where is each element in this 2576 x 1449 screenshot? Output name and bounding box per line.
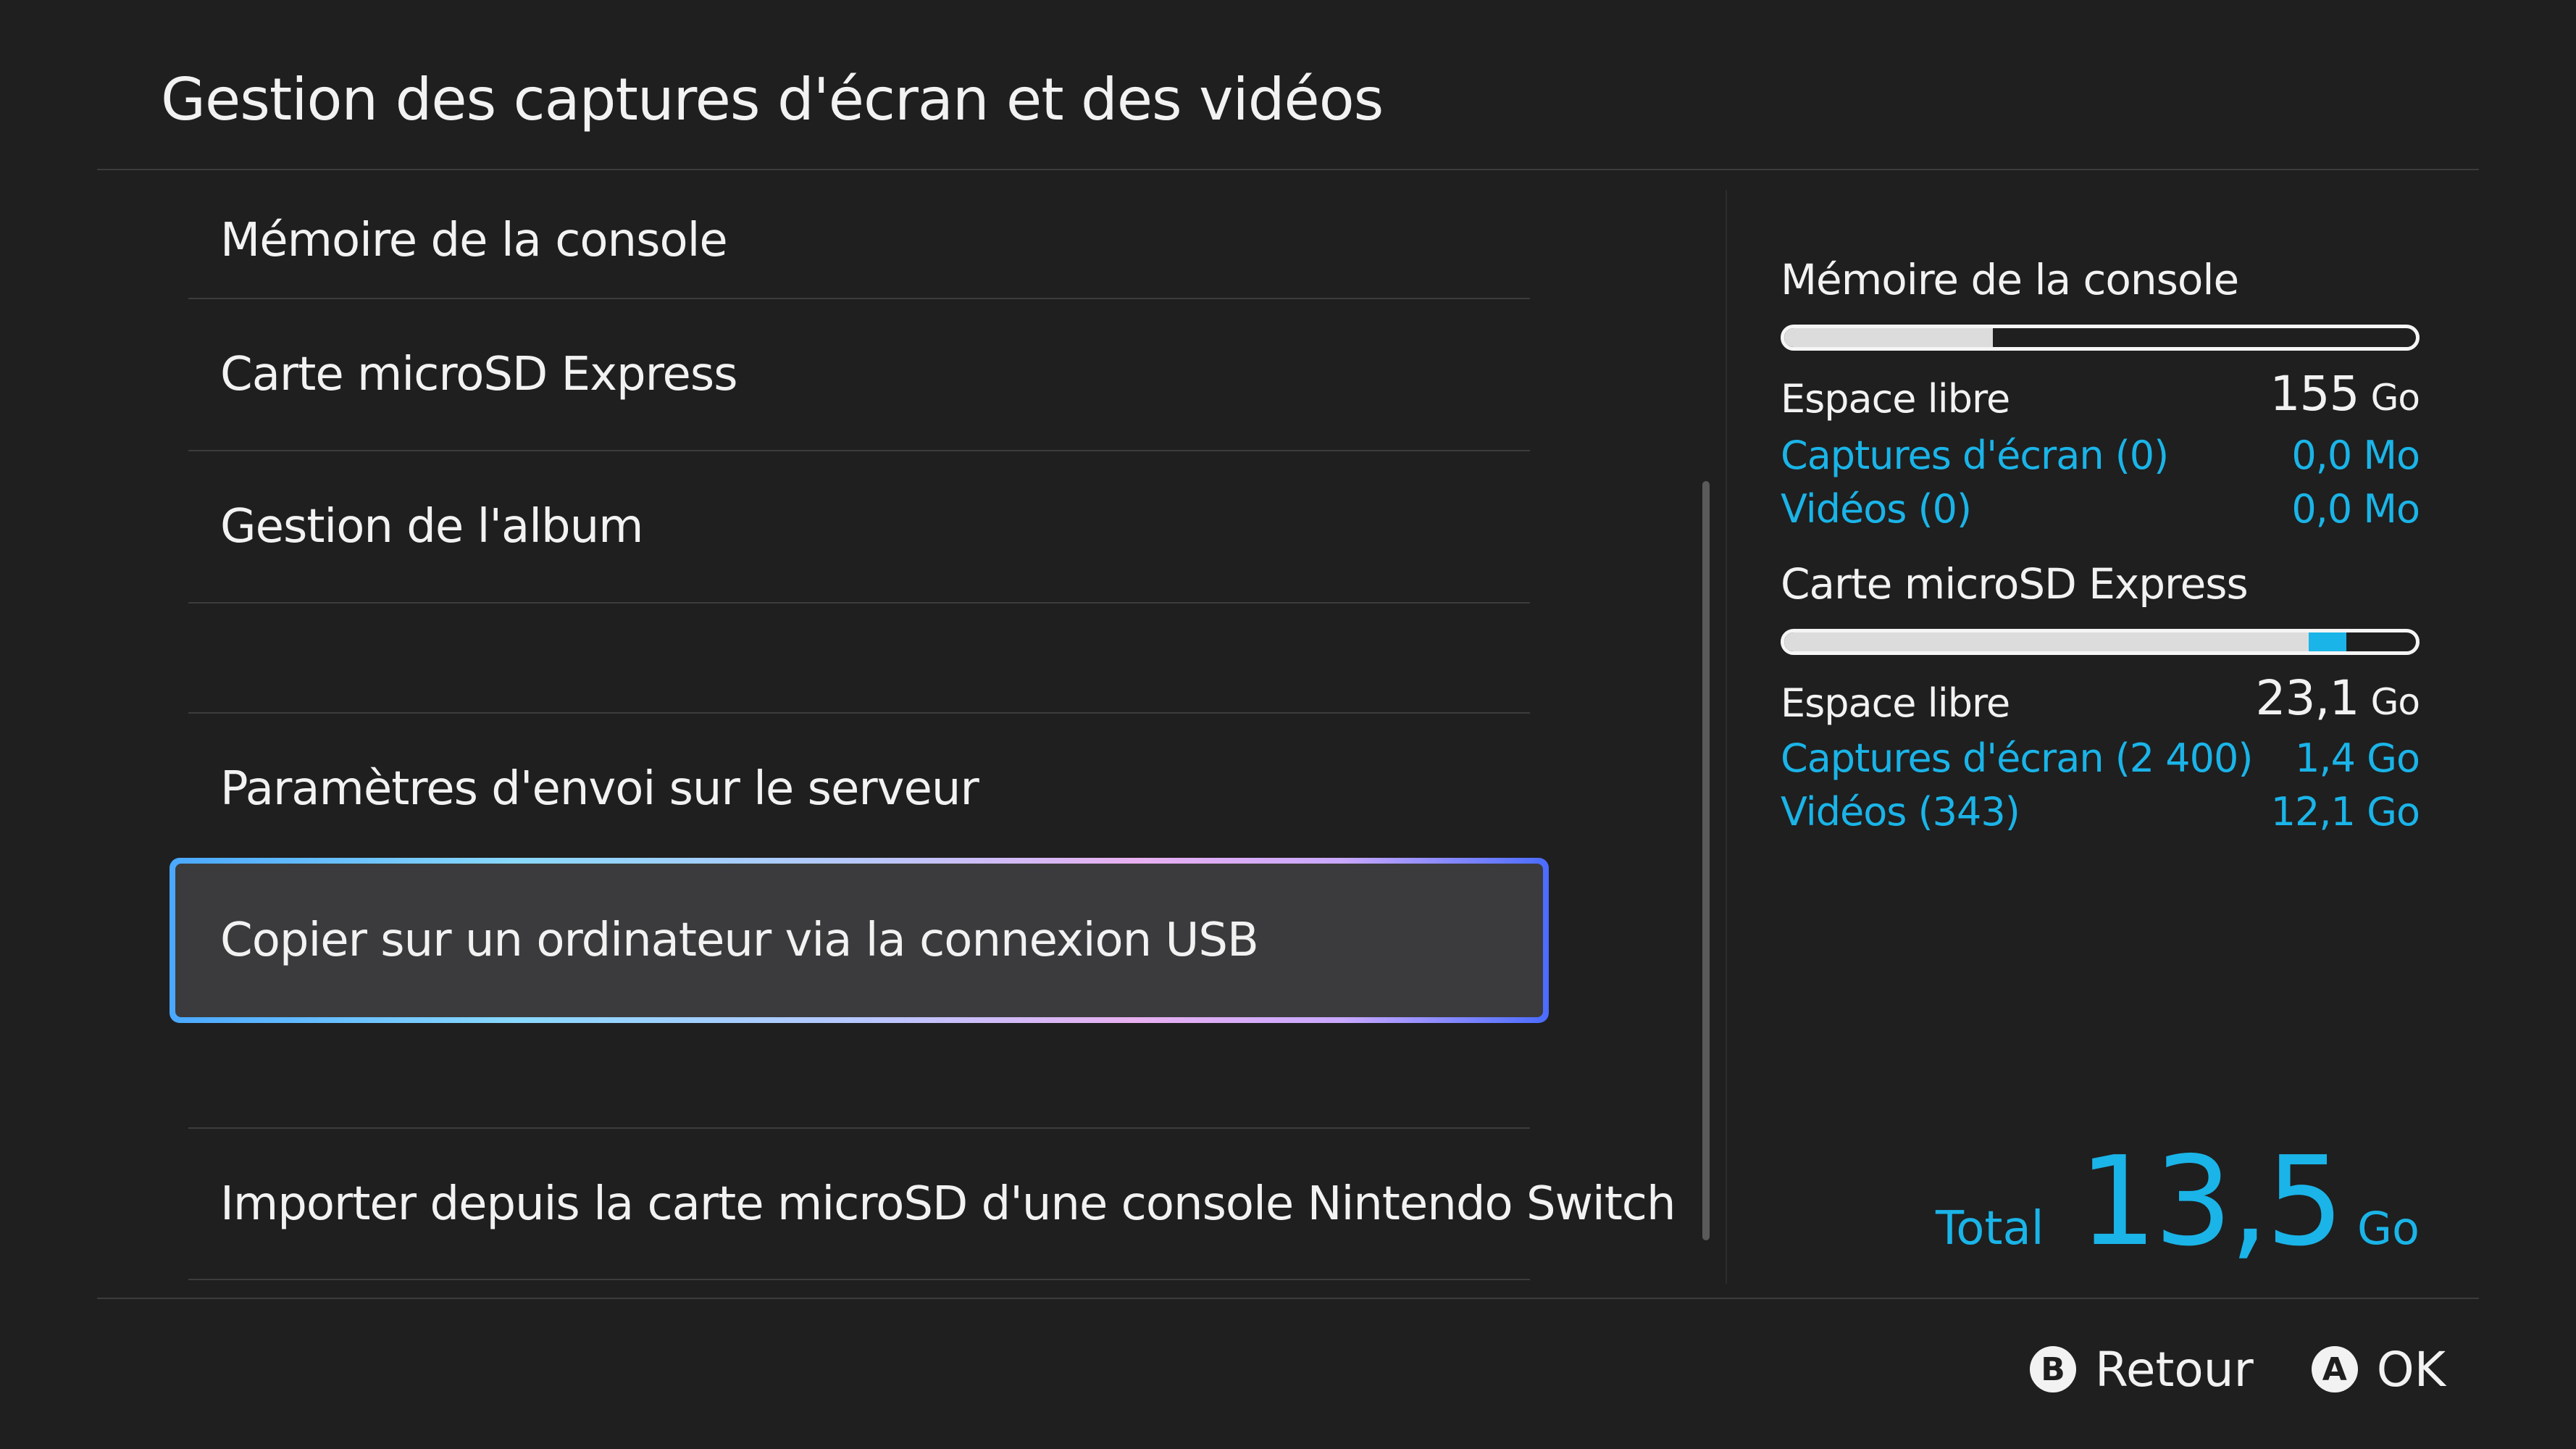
panel-divider	[1726, 190, 1727, 1284]
free-space-label: Espace libre	[1781, 680, 2010, 726]
menu-item-copy-to-computer-usb[interactable]: Copier sur un ordinateur via la connexio…	[170, 858, 1549, 1023]
menu-item-label: Importer depuis la carte microSD d'une c…	[220, 1177, 1676, 1231]
microsd-free-space-row: Espace libre 23,1 Go	[1781, 670, 2420, 726]
usage-fill	[1784, 632, 2309, 651]
total-size: Total 13,5 Go	[1936, 1130, 2420, 1274]
a-button-icon: A	[2311, 1346, 2358, 1392]
total-label: Total	[1936, 1202, 2044, 1256]
total-unit: Go	[2357, 1202, 2420, 1255]
header-divider	[97, 169, 2479, 170]
selection-highlight: Copier sur un ordinateur via la connexio…	[175, 864, 1543, 1017]
console-videos-row: Vidéos (0) 0,0 Mo	[1781, 477, 2420, 532]
menu-item-label: Paramètres d'envoi sur le serveur	[220, 762, 979, 816]
b-button-icon: B	[2030, 1346, 2077, 1392]
videos-value: 0,0 Mo	[2291, 486, 2420, 532]
total-value: 13,5	[2078, 1130, 2345, 1274]
microsd-videos-row: Vidéos (343) 12,1 Go	[1781, 780, 2420, 835]
footer-divider	[97, 1298, 2479, 1299]
free-space-value: 155 Go	[2270, 366, 2421, 422]
screenshots-value: 1,4 Go	[2295, 735, 2420, 781]
console-free-space-row: Espace libre 155 Go	[1781, 366, 2421, 422]
screenshots-label: Captures d'écran (0)	[1781, 433, 2169, 478]
menu-item-server-upload-settings[interactable]: Paramètres d'envoi sur le serveur	[188, 714, 1530, 864]
menu-item-label: Carte microSD Express	[220, 348, 738, 401]
footer-controls: B Retour A OK	[2030, 1337, 2446, 1402]
menu-item-label: Copier sur un ordinateur via la connexio…	[220, 914, 1259, 967]
menu-spacer	[188, 604, 1530, 712]
free-space-label: Espace libre	[1781, 376, 2010, 422]
menu-item-album-management[interactable]: Gestion de l'album	[188, 451, 1530, 602]
free-space-number: 155	[2270, 366, 2360, 422]
page-title: Gestion des captures d'écran et des vidé…	[161, 66, 1384, 133]
videos-value: 12,1 Go	[2270, 789, 2420, 835]
menu-item-import-from-switch-microsd[interactable]: Importer depuis la carte microSD d'une c…	[188, 1129, 1676, 1279]
microsd-screenshots-row: Captures d'écran (2 400) 1,4 Go	[1781, 726, 2420, 781]
menu-spacer	[188, 1023, 1530, 1127]
ok-button[interactable]: A OK	[2311, 1341, 2446, 1398]
console-memory-heading: Mémoire de la console	[1781, 255, 2239, 304]
free-space-value: 23,1 Go	[2256, 670, 2420, 726]
free-space-number: 23,1	[2255, 670, 2360, 726]
ok-label: OK	[2376, 1341, 2446, 1398]
menu-scrollbar[interactable]	[1702, 481, 1710, 1240]
usage-fill	[1784, 328, 1993, 347]
menu-item-microsd-express[interactable]: Carte microSD Express	[188, 299, 1530, 450]
console-memory-usage-bar	[1781, 325, 2420, 351]
menu-item-label: Gestion de l'album	[220, 500, 643, 554]
free-space-unit: Go	[2370, 377, 2420, 419]
videos-label: Vidéos (0)	[1781, 486, 1972, 532]
menu-divider	[188, 1279, 1530, 1280]
console-screenshots-row: Captures d'écran (0) 0,0 Mo	[1781, 423, 2420, 478]
album-usage-fill	[2308, 632, 2347, 651]
microsd-usage-bar	[1781, 629, 2420, 655]
back-button[interactable]: B Retour	[2030, 1342, 2254, 1398]
menu-item-console-memory[interactable]: Mémoire de la console	[188, 183, 1530, 298]
microsd-heading: Carte microSD Express	[1781, 559, 2249, 609]
videos-label: Vidéos (343)	[1781, 789, 2020, 835]
screenshots-label: Captures d'écran (2 400)	[1781, 735, 2253, 781]
back-label: Retour	[2095, 1341, 2254, 1398]
screenshots-value: 0,0 Mo	[2291, 433, 2420, 478]
free-space-unit: Go	[2370, 681, 2420, 723]
menu-item-label: Mémoire de la console	[220, 214, 728, 267]
